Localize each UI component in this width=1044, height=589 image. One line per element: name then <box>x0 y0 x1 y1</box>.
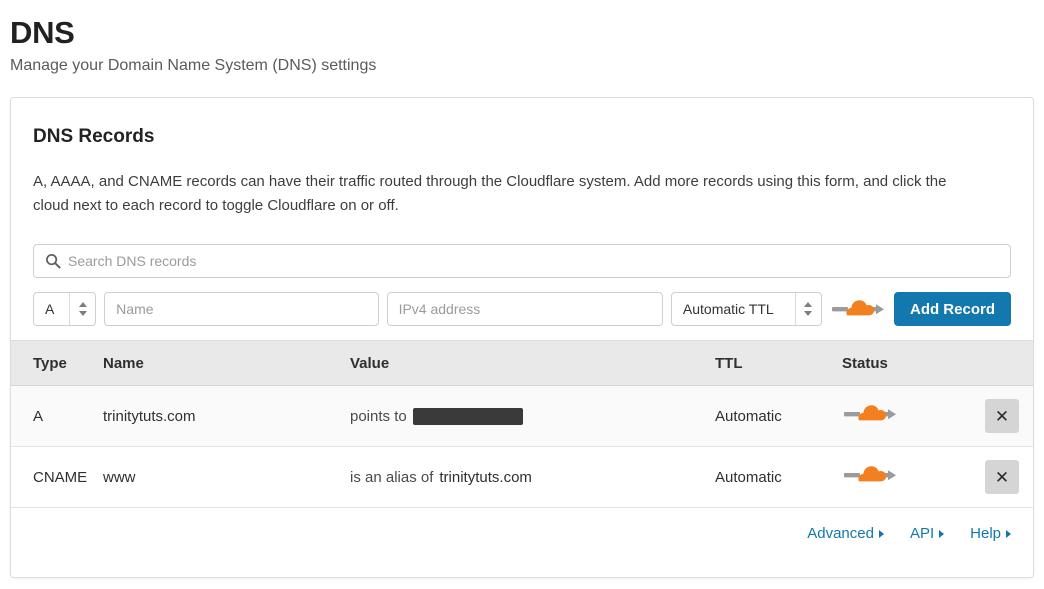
cloud-proxied-icon <box>844 405 896 421</box>
row-value-prefix: points to <box>350 407 407 425</box>
row-value-prefix: is an alias of <box>350 468 434 486</box>
row-type: A <box>33 407 44 425</box>
add-record-button[interactable]: Add Record <box>893 292 1011 326</box>
chevron-right-icon <box>878 529 884 538</box>
row-name: www <box>103 468 136 486</box>
card-description: A, AAAA, and CNAME records can have thei… <box>33 173 947 214</box>
row-ttl: Automatic <box>715 407 782 425</box>
redacted-ip-bar <box>412 407 523 425</box>
column-header-value: Value <box>350 354 390 372</box>
row-proxy-toggle[interactable] <box>842 401 978 431</box>
search-input[interactable] <box>33 244 1011 278</box>
api-link[interactable]: API <box>909 525 945 542</box>
record-ttl-value: Automatic TTL <box>682 301 774 317</box>
row-ttl: Automatic <box>715 468 782 486</box>
row-name: trinitytuts.com <box>103 407 196 425</box>
row-value-target: trinitytuts.com <box>439 468 532 486</box>
delete-record-button[interactable]: ✕ <box>985 399 1019 433</box>
record-type-stepper-icon[interactable] <box>69 293 95 325</box>
page-title: DNS <box>10 15 75 50</box>
chevron-right-icon <box>939 529 945 538</box>
column-header-type: Type <box>33 354 67 372</box>
column-header-name: Name <box>103 354 144 372</box>
advanced-link-label: Advanced <box>807 525 874 542</box>
chevron-right-icon <box>1006 529 1011 538</box>
table-row[interactable]: CNAME www is an alias of trinitytuts.com… <box>11 447 1033 508</box>
dns-records-table: Type Name Value TTL Status A trinitytuts… <box>11 340 1033 508</box>
cloud-proxied-icon <box>831 300 884 316</box>
delete-record-button[interactable]: ✕ <box>985 460 1019 494</box>
record-type-value: A <box>45 301 55 317</box>
page-subtitle: Manage your Domain Name System (DNS) set… <box>10 57 377 75</box>
cloud-proxied-icon <box>844 466 896 482</box>
column-header-ttl: TTL <box>715 354 743 372</box>
card-body: DNS Records A, AAAA, and CNAME records c… <box>11 98 1033 326</box>
row-type: CNAME <box>33 468 88 486</box>
help-link-label: Help <box>970 525 1001 542</box>
record-value-input[interactable] <box>386 292 663 326</box>
record-ttl-stepper-icon[interactable] <box>794 293 821 325</box>
record-name-input[interactable] <box>104 292 379 326</box>
help-link[interactable]: Help <box>970 525 1011 542</box>
row-proxy-toggle[interactable] <box>842 462 978 492</box>
column-header-status: Status <box>842 354 888 372</box>
advanced-link[interactable]: Advanced <box>807 525 884 542</box>
row-actions: ✕ <box>978 399 1033 433</box>
add-record-form: A Automatic TTL <box>33 292 1011 326</box>
row-actions: ✕ <box>978 460 1033 494</box>
row-value: is an alias of trinitytuts.com <box>350 469 715 486</box>
proxy-toggle-form[interactable] <box>830 295 886 323</box>
card-footer: Advanced API Help <box>11 508 1033 542</box>
search-bar <box>33 244 1011 278</box>
table-header-row: Type Name Value TTL Status <box>11 340 1033 386</box>
record-type-select[interactable]: A <box>33 292 97 326</box>
dns-records-card: DNS Records A, AAAA, and CNAME records c… <box>10 97 1034 578</box>
api-link-label: API <box>909 525 935 542</box>
table-row[interactable]: A trinitytuts.com points to Automatic ✕ <box>11 386 1033 447</box>
record-ttl-select[interactable]: Automatic TTL <box>670 292 822 326</box>
row-value: points to <box>350 407 715 425</box>
page-header: DNS Manage your Domain Name System (DNS)… <box>0 0 1044 75</box>
card-title: DNS Records <box>33 126 155 147</box>
dns-page: DNS Manage your Domain Name System (DNS)… <box>0 0 1044 589</box>
